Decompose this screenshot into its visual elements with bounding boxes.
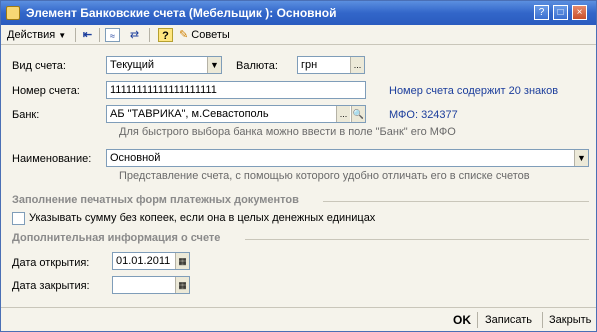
- close-button[interactable]: Закрыть: [549, 314, 591, 326]
- account-type-value: Текущий: [110, 59, 154, 71]
- name-hint: Представление счета, с помощью которого …: [119, 170, 530, 182]
- account-type-label: Вид счета:: [12, 60, 66, 72]
- footer-separator: [477, 312, 478, 328]
- bank-label: Банк:: [12, 109, 40, 121]
- open-date-value: 01.01.2011: [116, 255, 171, 267]
- bank-field[interactable]: АБ "ТАВРИКА", м.Севастополь ... 🔍: [106, 105, 366, 123]
- window-title: Элемент Банковские счета (Мебельщик ): О…: [26, 6, 337, 20]
- name-value: Основной: [110, 152, 161, 164]
- form-icon[interactable]: ≈: [105, 28, 120, 42]
- close-date-label: Дата закрытия:: [12, 280, 90, 292]
- ok-button[interactable]: OK: [453, 313, 471, 327]
- account-number-value: 11111111111111111111: [110, 84, 217, 96]
- bank-value: АБ "ТАВРИКА", м.Севастополь: [110, 108, 269, 120]
- toolbar-separator: [149, 28, 150, 42]
- open-date-input[interactable]: 01.01.2011 ▦: [112, 252, 190, 270]
- select-ellipsis-icon[interactable]: ...: [350, 57, 364, 73]
- tips-button[interactable]: ✎ Советы: [179, 27, 230, 43]
- name-label: Наименование:: [12, 153, 92, 165]
- open-date-label: Дата открытия:: [12, 257, 90, 269]
- tips-icon: ✎: [179, 29, 189, 41]
- account-number-label: Номер счета:: [12, 85, 80, 97]
- account-type-select[interactable]: Текущий ▼: [106, 56, 222, 74]
- footer-separator: [542, 312, 543, 328]
- select-ellipsis-icon[interactable]: ...: [336, 106, 350, 122]
- print-section-title: Заполнение печатных форм платежных докум…: [12, 194, 299, 206]
- maximize-button[interactable]: □: [553, 5, 568, 20]
- currency-value: грн: [301, 59, 318, 71]
- title-bar[interactable]: Элемент Банковские счета (Мебельщик ): О…: [1, 1, 596, 25]
- chevron-down-icon[interactable]: ▼: [574, 150, 588, 166]
- no-kopecks-label: Указывать сумму без копеек, если она в ц…: [29, 212, 376, 224]
- actions-menu[interactable]: Действия ▼: [7, 27, 66, 43]
- toolbar: Действия ▼ ⇤ ≈ ⇄ ? ✎ Советы: [1, 25, 596, 45]
- chevron-down-icon[interactable]: ▼: [207, 57, 221, 73]
- back-arrow-icon[interactable]: ⇤: [80, 28, 95, 42]
- help-title-button[interactable]: ?: [534, 5, 549, 20]
- sync-icon[interactable]: ⇄: [127, 28, 142, 42]
- section-divider: [245, 239, 589, 240]
- no-kopecks-checkbox[interactable]: [12, 212, 25, 225]
- bank-mfo: МФО: 324377: [389, 109, 458, 121]
- footer-bar: OK Записать Закрыть: [1, 307, 596, 331]
- account-form-window: Элемент Банковские счета (Мебельщик ): О…: [0, 0, 597, 332]
- search-icon[interactable]: 🔍: [351, 106, 365, 122]
- toolbar-separator: [75, 28, 76, 42]
- save-button[interactable]: Записать: [485, 314, 532, 326]
- account-number-note: Номер счета содержит 20 знаков: [389, 85, 559, 97]
- help-icon[interactable]: ?: [158, 28, 173, 42]
- calendar-icon[interactable]: ▦: [175, 277, 189, 293]
- toolbar-separator: [99, 28, 100, 42]
- app-icon: [6, 6, 20, 20]
- bank-hint: Для быстрого выбора банка можно ввести в…: [119, 126, 456, 138]
- currency-field[interactable]: грн ...: [297, 56, 365, 74]
- close-date-input[interactable]: . . ▦: [112, 276, 190, 294]
- account-number-input[interactable]: 11111111111111111111: [106, 81, 366, 99]
- currency-label: Валюта:: [236, 60, 278, 72]
- name-select[interactable]: Основной ▼: [106, 149, 589, 167]
- calendar-icon[interactable]: ▦: [175, 253, 189, 269]
- dropdown-arrow-icon: ▼: [58, 31, 67, 40]
- section-divider: [323, 201, 589, 202]
- tips-label: Советы: [191, 29, 230, 41]
- close-window-button[interactable]: ×: [572, 5, 587, 20]
- extra-section-title: Дополнительная информация о счете: [12, 232, 221, 244]
- actions-label: Действия: [7, 29, 56, 41]
